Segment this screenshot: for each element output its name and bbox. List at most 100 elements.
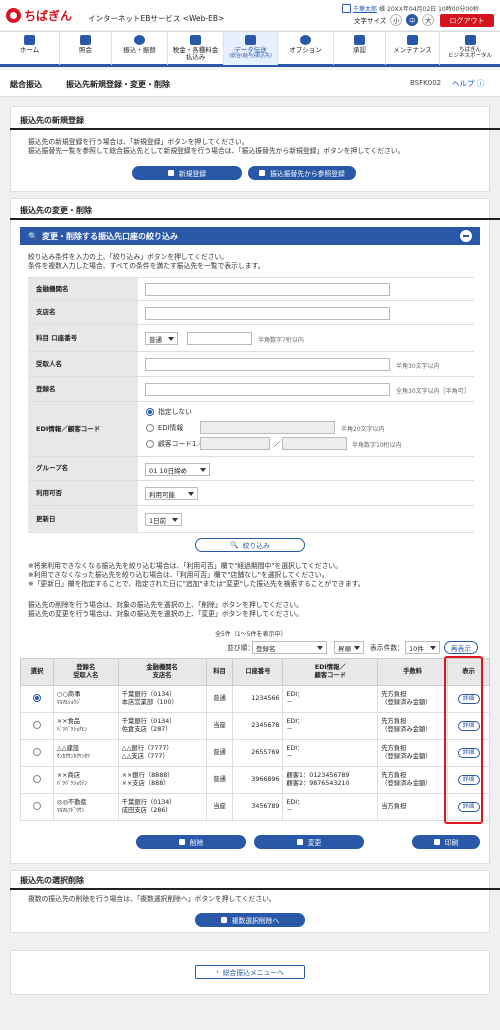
regname-input[interactable] [145,383,390,396]
nav-maintenance[interactable]: メンテナンス [386,32,440,65]
order-select[interactable]: 昇順 [334,641,364,654]
customer-code-radio[interactable] [146,440,154,448]
note-1: ※将来利用できなくなる振込先を絞り込む場合は、「利用可否」欄で"経過期間中"を選… [28,562,342,570]
col-bank-2: 支店名 [152,672,172,679]
dropdown-icon [354,646,360,650]
delete-button[interactable]: 削除 [136,835,246,849]
name-cell: ○○商事 ﾏﾙﾏﾙｼｮｳｼﾞ [52,685,119,713]
nav-data-transfer[interactable]: データ伝送 (総合(給与)振込先) [224,32,278,65]
row-name: ××商店 [56,772,81,779]
table-row[interactable]: ◎◎不動産 ﾏﾙﾏﾙﾌﾄﾞｳｻﾝ 千葉銀行（0134） 成田支店（286） 当座 3456… [20,793,490,821]
payee-note: 半角30文字以内 [396,363,440,370]
logo-text: ちばぎん [24,9,73,23]
update-select[interactable]: 1日前 [145,513,182,526]
bulk-delete-button[interactable]: 複数選択削除へ [195,913,305,927]
col-bank-1: 金融機関名 [146,664,178,671]
edi-info-input[interactable] [200,421,335,434]
bank-input[interactable] [145,283,390,296]
group-select[interactable]: 01 10日締め [145,463,210,476]
row-select-cell[interactable] [20,739,54,767]
col-type: 科目 [205,658,234,686]
account-number-input[interactable] [187,332,252,345]
table-row[interactable]: △△建設 ｻﾝｶｸｻﾝｶｸｹﾝｾﾂ △△銀行（7777） △△支店（777） 普通 265… [20,739,490,767]
select-value: 1日前 [149,516,167,525]
filter-row-update: 更新日 [28,506,474,533]
nav-home[interactable]: ホーム [0,32,60,65]
row-edi-2: － [286,753,293,760]
redisplay-button[interactable]: 再表示 [444,641,478,654]
collapse-icon[interactable] [460,230,472,242]
nav-inquiry[interactable]: 照会 [60,32,112,65]
row-edi-1: EDI： [286,799,304,806]
usage-label: 利用可否 [28,481,138,505]
usage-select[interactable]: 利用可能 [145,487,198,500]
user-name-link[interactable]: 千葉太郎 [353,4,377,13]
print-button[interactable]: 印刷 [412,835,480,849]
row-select-radio[interactable] [32,801,41,810]
document-icon [190,35,201,45]
row-select-radio[interactable] [32,774,41,783]
edi-none-radio[interactable] [146,408,154,416]
table-row[interactable]: ××食品 ﾊﾞﾂﾊﾞﾂｼｮｸﾋﾝ 千葉銀行（0134） 佐倉支店（287） 当座 2345… [20,712,490,740]
help-link[interactable]: ヘルプ ⓘ [452,78,484,89]
col-name-2: 受取人名 [73,672,99,679]
account-type-select[interactable]: 普通 [145,332,178,345]
type-cell: 普通 [205,685,234,713]
nav-transfer[interactable]: 振込・振替 [112,32,168,65]
edi-info-radio[interactable] [146,424,154,432]
dropdown-icon [317,646,323,650]
nav-approval[interactable]: 承認 [334,32,386,65]
row-select-cell[interactable] [20,766,54,794]
search-icon: 🔍 [230,541,239,549]
bank-logo[interactable]: ちばぎん [6,7,72,24]
customer-code1-input[interactable] [200,437,270,450]
row-fee-2: （登録済み金額） [381,726,432,733]
account-cell: 2655769 [232,739,284,767]
note-2: ※利用できなくなった振込先を絞り込む場合は、「利用可否」欄で"店舗なし"を選択し… [28,571,329,579]
font-medium-button[interactable]: 中 [406,14,419,26]
change-button[interactable]: 変更 [254,835,364,849]
row-bank: 千葉銀行（0134） [121,691,176,698]
nav-tax[interactable]: 税金・各種料金 払込み [168,32,224,65]
table-row[interactable]: ××商店 ﾊﾞﾂﾊﾞﾂｼｮｳﾃﾝ ××銀行（8888） ××支店（888） 普通 3966… [20,766,490,794]
new-registration-button[interactable]: 新規登録 [132,166,242,180]
back-to-menu-button[interactable]: ‹ 総合振込メニューへ [195,965,305,979]
table-row[interactable]: ○○商事 ﾏﾙﾏﾙｼｮｳｼﾞ 千葉銀行（0134） 本店営業部（100） 普通 12345… [20,685,490,713]
filter-header[interactable]: 🔍 変更・削除する振込先口座の絞り込み [20,227,480,245]
row-select-cell[interactable] [20,712,54,740]
row-bank: 千葉銀行（0134） [121,799,176,806]
stamp-icon [354,35,365,45]
payee-input[interactable] [145,358,390,371]
printer-icon [433,839,440,845]
nav-option[interactable]: オプション [278,32,334,65]
bank-cell: 千葉銀行（0134） 成田支店（286） [117,793,207,821]
font-small-button[interactable]: 小 [390,14,403,26]
portal-icon [464,35,476,45]
col-bank: 金融機関名 支店名 [117,658,207,686]
row-select-cell[interactable] [20,793,54,821]
row-branch: 佐倉支店（287） [121,726,172,733]
row-fee-2: （登録済み金額） [381,753,432,760]
row-select-radio[interactable] [32,747,41,756]
row-select-radio[interactable] [32,720,41,729]
customer-code2-input[interactable] [282,437,347,450]
note-3: ※「更新日」欄を指定することで、指定された日に"追加"または"変更"した振込先を… [28,580,365,588]
filter-button[interactable]: 🔍 絞り込み [195,538,305,552]
register-from-transfer-button[interactable]: 振込振替先から参照登録 [248,166,356,180]
logout-button[interactable]: ログアウト [440,14,494,27]
row-select-cell[interactable] [20,685,54,713]
font-large-button[interactable]: 大 [422,14,435,26]
edi-info-note: 半角20文字以内 [341,426,385,433]
row-select-radio[interactable] [32,693,41,702]
font-size-label: 文字サイズ [354,17,387,25]
fee-cell: 当方負担 [377,793,448,821]
user-icon [342,4,351,13]
per-page-select[interactable]: 10件 [405,641,440,654]
option-icon [300,35,311,45]
branch-input[interactable] [145,307,390,320]
edi-cell: EDI：－ [282,739,379,767]
sort-select[interactable]: 登録名 [252,641,327,654]
nav-portal[interactable]: ちばぎん ビジネスポータル [440,32,500,65]
row-fee: 先方負担 [381,718,407,725]
edi-label-text: EDI情報／顧客コード [36,424,101,433]
